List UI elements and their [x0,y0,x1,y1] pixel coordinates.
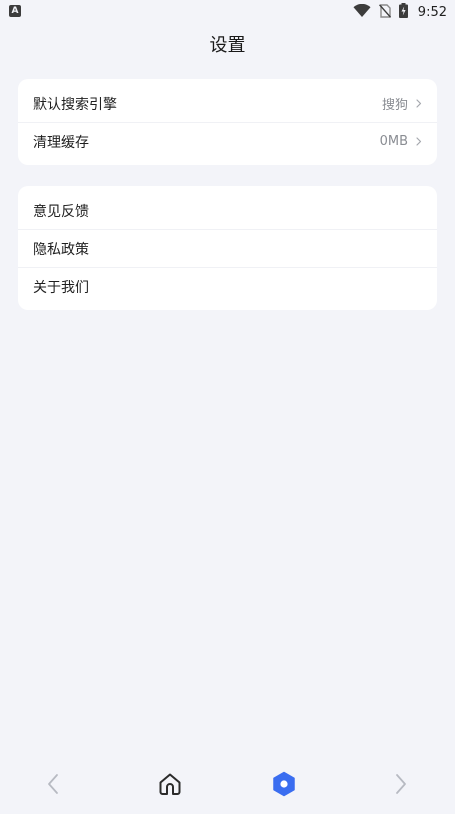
clear-cache-row[interactable]: 清理缓存 0MB [18,122,437,160]
settings-group-about: 意见反馈 隐私政策 关于我们 [18,186,437,310]
wifi-icon [353,3,371,22]
no-sim-icon [378,3,391,22]
battery-charging-icon [398,2,408,22]
row-label: 清理缓存 [33,134,89,151]
about-us-row[interactable]: 关于我们 [18,267,437,305]
settings-group-general: 默认搜索引擎 搜狗 清理缓存 0MB [18,79,437,165]
row-value: 0MB [379,134,408,149]
row-label: 隐私政策 [33,241,89,258]
chevron-right-icon [416,137,424,147]
row-label: 关于我们 [33,279,89,296]
settings-nav-button[interactable] [268,770,300,802]
back-icon [46,773,60,799]
forward-icon [394,773,408,799]
status-time: 9:52 [417,4,447,20]
forward-button[interactable] [385,770,417,802]
feedback-row[interactable]: 意见反馈 [18,192,437,229]
status-bar: A 9:52 [0,0,455,24]
row-label: 默认搜索引擎 [33,96,117,113]
settings-icon [271,771,297,801]
app-notification-icon: A [9,5,21,17]
status-icons: 9:52 [353,0,447,24]
row-label: 意见反馈 [33,203,89,220]
privacy-policy-row[interactable]: 隐私政策 [18,229,437,267]
bottom-navigation [0,758,455,814]
chevron-right-icon [416,99,424,109]
back-button[interactable] [37,770,69,802]
row-value: 搜狗 [381,98,408,113]
home-icon [157,771,183,801]
default-search-engine-row[interactable]: 默认搜索引擎 搜狗 [18,85,437,122]
page-title: 设置 [209,35,246,56]
home-button[interactable] [154,770,186,802]
